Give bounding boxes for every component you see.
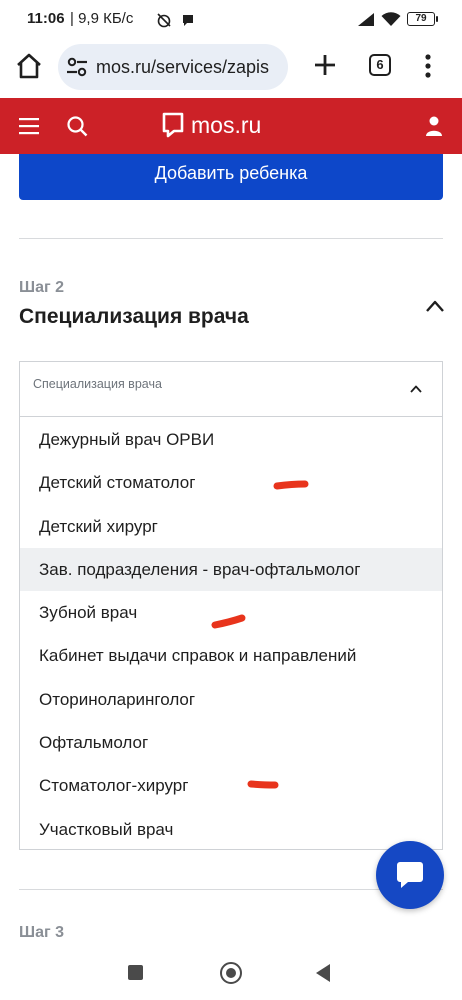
url-text[interactable]: mos.ru/services/zapis <box>96 57 282 78</box>
signal-icon <box>358 13 374 26</box>
logo-icon <box>162 112 184 138</box>
option-item[interactable]: Дежурный врач ОРВИ <box>20 418 442 461</box>
specialization-select-header[interactable]: Специализация врача <box>20 362 442 417</box>
status-network-speed: | 9,9 КБ/с <box>70 10 134 27</box>
system-nav-bar <box>0 945 462 1000</box>
site-logo[interactable]: mos.ru <box>162 110 261 140</box>
home-icon[interactable] <box>220 962 242 984</box>
chat-bubble-icon <box>183 15 193 26</box>
recents-icon[interactable] <box>128 965 143 980</box>
battery-icon: 79 <box>407 12 438 26</box>
option-item-highlighted[interactable]: Зав. подразделения - врач-офтальмолог <box>20 547 442 592</box>
menu-icon[interactable] <box>19 117 39 135</box>
address-bar[interactable]: mos.ru/services/zapis <box>58 44 288 90</box>
specialization-options-list: Дежурный врач ОРВИ Детский стоматолог Де… <box>20 418 442 851</box>
search-icon[interactable] <box>66 115 88 137</box>
section-divider <box>19 238 443 239</box>
chat-button[interactable] <box>376 841 444 909</box>
option-item[interactable]: Оториноларинголог <box>20 678 442 721</box>
option-item[interactable]: Кабинет выдачи справок и направлений <box>20 634 442 677</box>
more-icon[interactable] <box>420 53 436 79</box>
wifi-icon <box>381 12 401 26</box>
step-2-title: Специализация врача <box>19 305 249 328</box>
browser-toolbar: mos.ru/services/zapis 6 <box>0 36 462 98</box>
option-item[interactable]: Детский стоматолог <box>20 461 442 504</box>
option-item[interactable]: Офтальмолог <box>20 721 442 764</box>
status-time: 11:06 <box>27 10 65 27</box>
site-header: mos.ru <box>0 98 462 154</box>
add-child-button[interactable]: Добавить ребенка <box>19 154 443 200</box>
step-2-label: Шаг 2 <box>19 279 64 296</box>
specialization-select[interactable]: Специализация врача Дежурный врач ОРВИ Д… <box>19 361 443 850</box>
option-item[interactable]: Стоматолог-хирург <box>20 764 442 807</box>
status-bar: 11:06 | 9,9 КБ/с 79 <box>0 0 462 36</box>
specialization-select-placeholder: Специализация врача <box>33 377 162 391</box>
option-item[interactable]: Участковый врач <box>20 808 442 851</box>
option-item[interactable]: Детский хирург <box>20 505 442 548</box>
site-settings-icon[interactable] <box>66 57 88 77</box>
chevron-up-icon[interactable] <box>423 296 447 316</box>
option-item[interactable]: Зубной врач <box>20 591 442 634</box>
alarm-off-icon <box>157 13 171 28</box>
user-icon[interactable] <box>424 115 444 137</box>
home-icon[interactable] <box>14 51 44 81</box>
tabs-icon[interactable]: 6 <box>369 54 391 76</box>
new-tab-icon[interactable] <box>312 52 338 78</box>
chevron-up-icon[interactable] <box>408 383 424 395</box>
logo-text: mos.ru <box>191 111 262 138</box>
step-3-label: Шаг 3 <box>19 924 64 941</box>
chat-icon <box>397 862 423 888</box>
back-icon[interactable] <box>316 964 330 982</box>
